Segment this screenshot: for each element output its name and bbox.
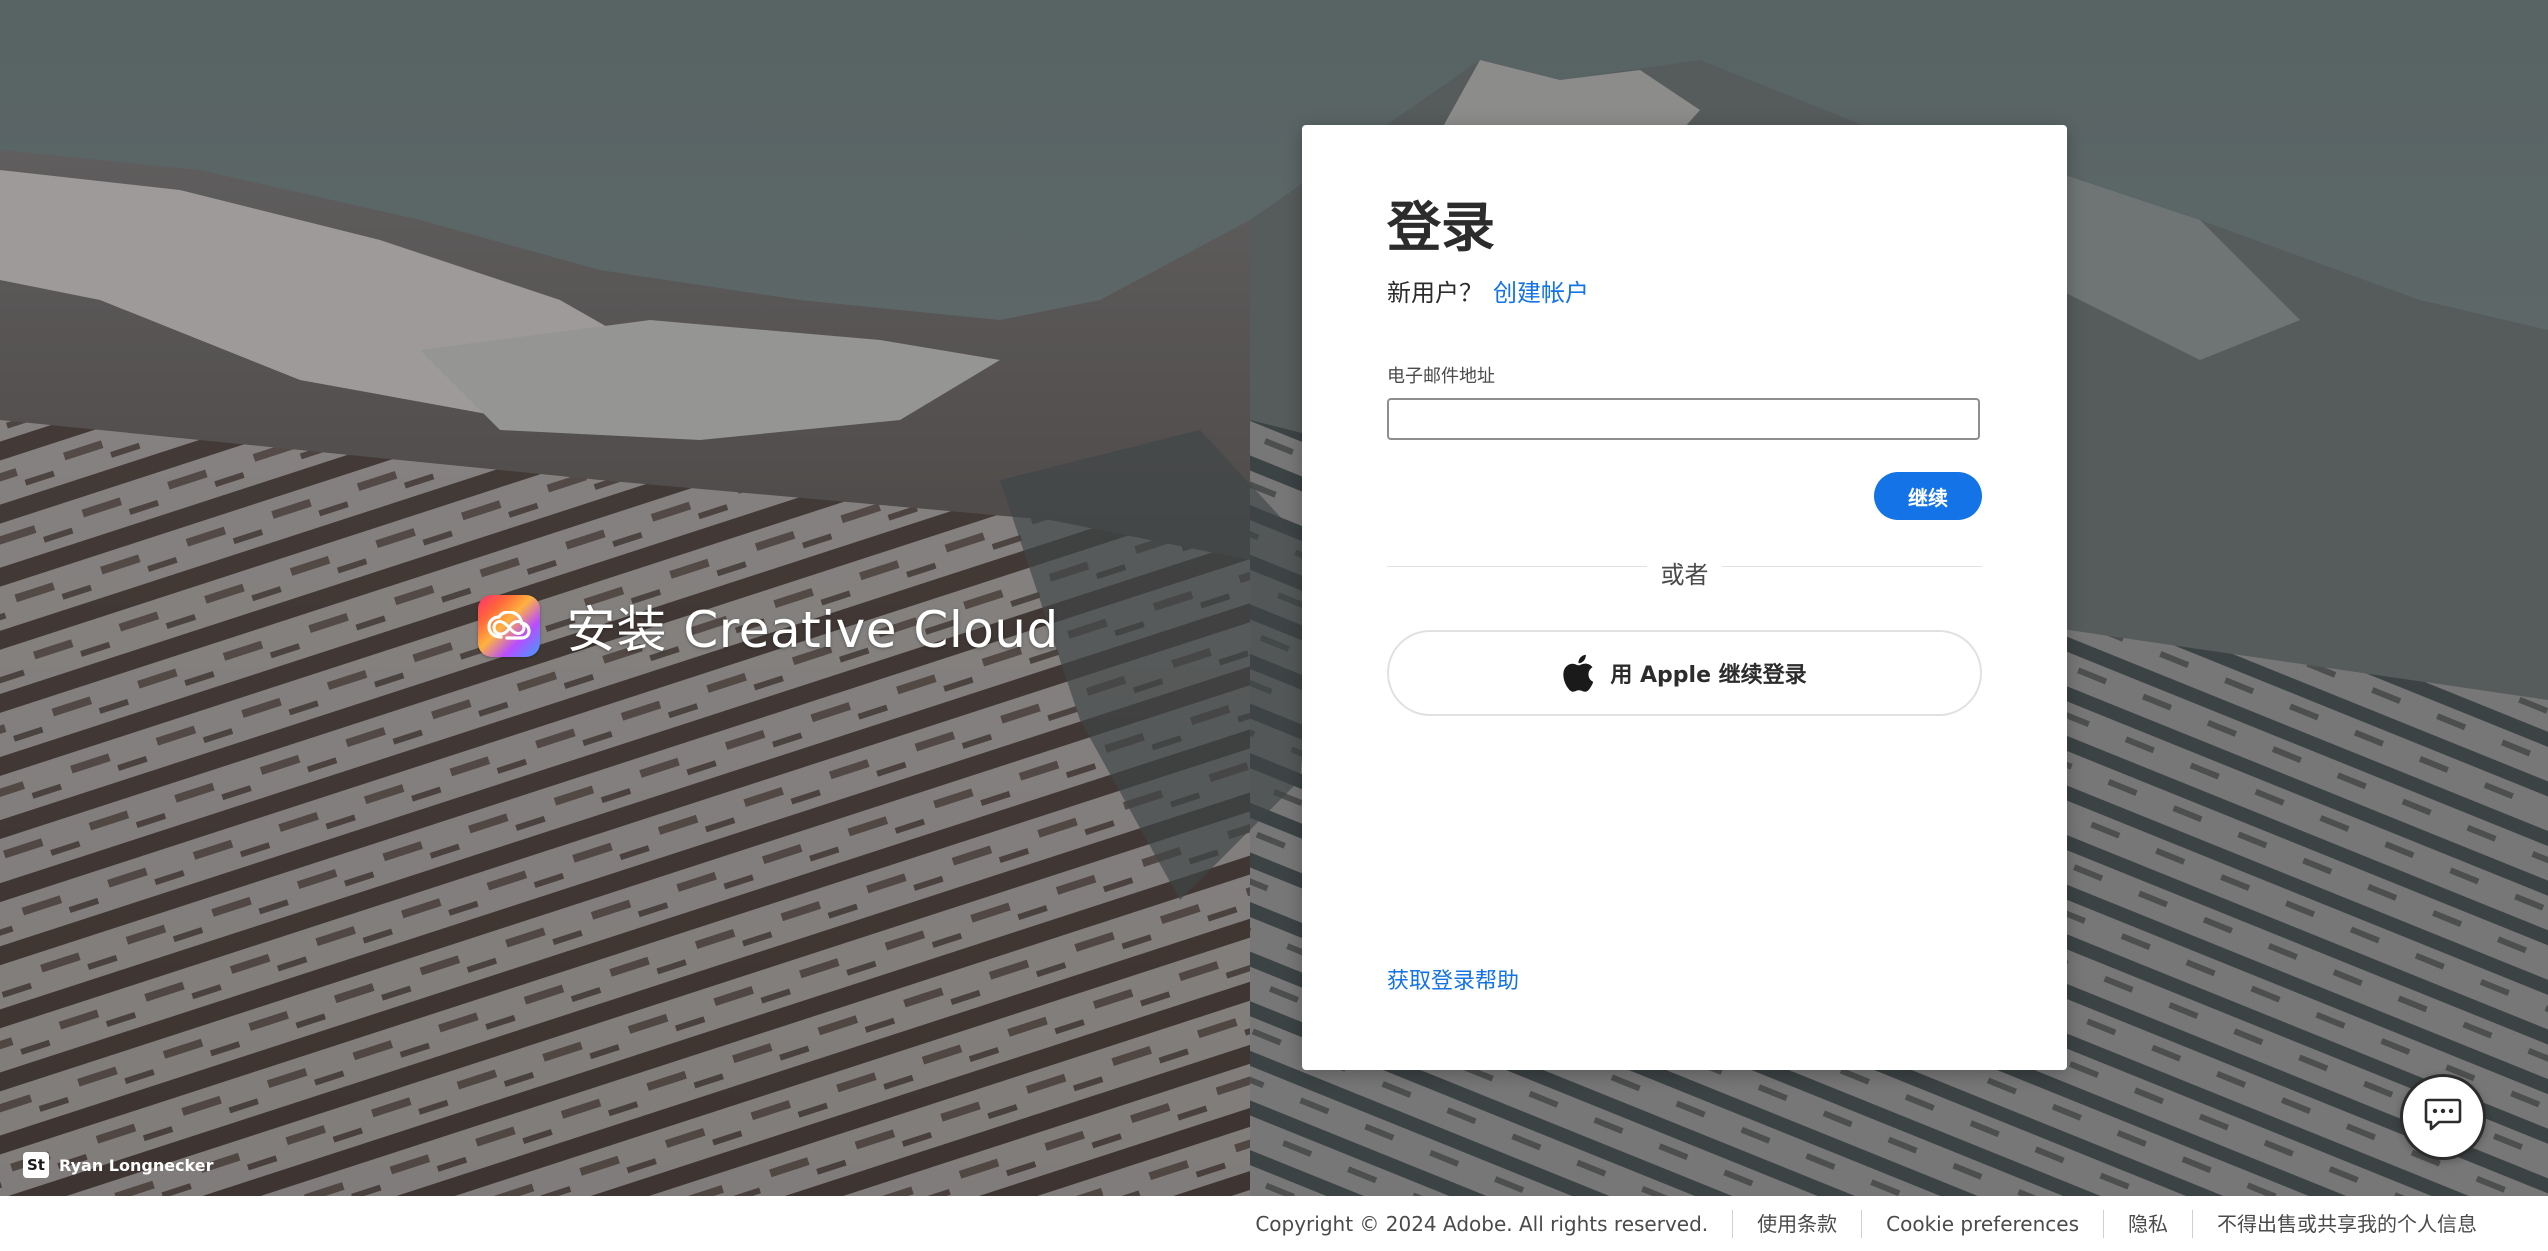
page-root: 安装 Creative Cloud 登录 新用户？ 创建帐户 电子邮件地址 继续 … (0, 0, 2548, 1251)
create-account-link[interactable]: 创建帐户 (1493, 279, 1589, 307)
copyright-text: Copyright © 2024 Adobe. All rights reser… (1255, 1211, 1709, 1236)
chat-button[interactable] (2400, 1074, 2486, 1160)
privacy-link[interactable]: 隐私 (2103, 1209, 2192, 1238)
footer: Copyright © 2024 Adobe. All rights reser… (0, 1196, 2548, 1251)
email-label: 电子邮件地址 (1387, 366, 1495, 387)
creative-cloud-icon (478, 595, 540, 657)
terms-link[interactable]: 使用条款 (1732, 1209, 1861, 1238)
new-user-prefix: 新用户？ (1387, 279, 1483, 307)
cookie-preferences-link[interactable]: Cookie preferences (1861, 1209, 2103, 1238)
continue-button[interactable]: 继续 (1874, 472, 1982, 520)
apple-button-label: 用 Apple 继续登录 (1610, 663, 1807, 688)
apple-icon (1562, 654, 1594, 692)
divider-line-right (1722, 566, 1982, 567)
adobe-stock-icon: St (23, 1152, 49, 1178)
photographer-name: Ryan Longnecker (59, 1155, 214, 1175)
login-card: 登录 新用户？ 创建帐户 电子邮件地址 继续 或者 用 Apple 继续登录 获取… (1302, 125, 2067, 1070)
login-title: 登录 (1387, 196, 1495, 259)
brand-block: 安装 Creative Cloud (478, 590, 1059, 662)
apple-sign-in-button[interactable]: 用 Apple 继续登录 (1387, 630, 1982, 716)
new-user-line: 新用户？ 创建帐户 (1387, 273, 1589, 308)
or-divider: 或者 (1387, 555, 1982, 589)
chat-bubble-icon (2423, 1097, 2463, 1137)
do-not-sell-link[interactable]: 不得出售或共享我的个人信息 (2192, 1209, 2501, 1238)
photo-credit[interactable]: St Ryan Longnecker (23, 1152, 214, 1178)
or-label: 或者 (1660, 561, 1709, 589)
sign-in-help-link[interactable]: 获取登录帮助 (1387, 963, 1519, 995)
email-field[interactable] (1387, 398, 1980, 440)
brand-title: 安装 Creative Cloud (566, 601, 1059, 659)
background-photo (0, 0, 2548, 1196)
